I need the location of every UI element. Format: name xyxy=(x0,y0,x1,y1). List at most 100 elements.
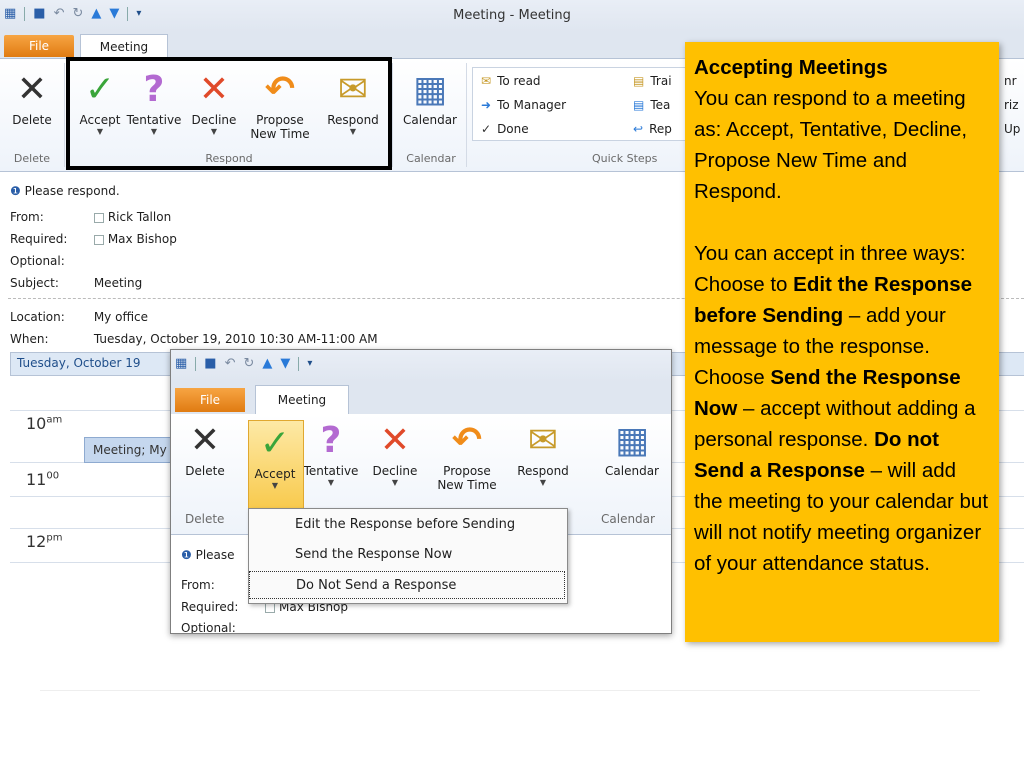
partial-label: riz xyxy=(1004,98,1019,112)
accept-dropdown-menu: Edit the Response before Sending Send th… xyxy=(248,508,568,604)
partial-label: nr xyxy=(1004,74,1017,88)
time-slot-12pm: 12pm xyxy=(10,532,96,551)
group-label-delete: Delete xyxy=(13,152,51,165)
quick-step-label: Trai xyxy=(650,74,672,88)
respond-button[interactable]: ✉ Respond ▼ xyxy=(511,418,575,488)
required-value[interactable]: Max Bishop xyxy=(108,232,177,246)
inset-notice: ❶ Please xyxy=(181,548,235,562)
quick-step-label: To read xyxy=(497,74,541,88)
respond-label: Respond xyxy=(517,464,569,478)
save-icon[interactable]: ■ xyxy=(204,356,216,371)
inset-title-bar: ▦ ■ ↶ ↻ ▲ ▼ ▾ xyxy=(171,350,671,382)
decline-label: Decline xyxy=(372,464,418,478)
when-value: Tuesday, October 19, 2010 10:30 AM-11:00… xyxy=(93,332,378,346)
location-value: My office xyxy=(93,310,149,324)
from-label: From: xyxy=(181,578,215,592)
quick-step-team-email[interactable]: ▤ Tea xyxy=(633,98,670,112)
callout-paragraph-1: You can respond to a meeting as: Accept,… xyxy=(694,87,968,203)
info-notice: ❶ Please respond. xyxy=(10,184,120,198)
required-label: Required: xyxy=(10,232,68,246)
qat-separator xyxy=(298,356,300,371)
quick-step-label: Done xyxy=(497,122,529,136)
previous-item-icon[interactable]: ▲ xyxy=(262,356,272,371)
redo-icon[interactable]: ↻ xyxy=(244,356,255,371)
time-suffix: 00 xyxy=(46,470,60,482)
group-calendar: ▦ Calendar Calendar xyxy=(396,63,467,167)
menu-item-edit-response[interactable]: Edit the Response before Sending xyxy=(249,511,565,539)
partial-label: Up xyxy=(1004,122,1021,136)
delete-button[interactable]: ✕ Delete xyxy=(177,418,233,478)
ribbon-right-partial: nr riz Up xyxy=(1004,69,1020,141)
accept-button-content: ✓ Accept ▼ xyxy=(247,421,303,491)
notice-text: Please xyxy=(195,548,235,562)
delete-button[interactable]: ✕ Delete xyxy=(4,67,60,127)
decline-button[interactable]: ✕ Decline ▼ xyxy=(367,418,423,488)
when-row: When: Tuesday, October 19, 2010 10:30 AM… xyxy=(10,332,378,346)
question-mark-icon: ? xyxy=(320,420,342,461)
delete-label: Delete xyxy=(185,464,225,478)
tab-file[interactable]: File xyxy=(175,388,245,412)
contact-checkbox-icon xyxy=(265,602,275,613)
from-value[interactable]: Rick Tallon xyxy=(108,210,171,224)
info-icon: ❶ xyxy=(10,184,21,198)
from-row: From: Rick Tallon xyxy=(10,210,171,224)
calendar-button[interactable]: ▦ Calendar xyxy=(402,67,458,127)
optional-label: Optional: xyxy=(10,254,65,268)
quick-step-to-manager[interactable]: ➜ To Manager xyxy=(481,98,566,112)
tab-file[interactable]: File xyxy=(4,35,74,57)
team-icon: ▤ xyxy=(633,74,645,88)
quick-step-label: Tea xyxy=(650,98,671,112)
undo-icon[interactable]: ↶ xyxy=(225,356,236,371)
time-slot-11: 1100 xyxy=(10,470,96,489)
quick-step-reply[interactable]: ↩ Rep xyxy=(633,122,672,136)
calendar-icon: ▦ xyxy=(614,420,649,461)
reply-icon: ↩ xyxy=(633,122,644,136)
forward-envelope-icon: ➜ xyxy=(481,98,492,112)
calendar-label: Calendar xyxy=(605,464,659,478)
info-icon: ❶ xyxy=(181,548,192,562)
when-label: When: xyxy=(10,332,49,346)
group-label-quick-steps: Quick Steps xyxy=(592,152,658,165)
menu-item-do-not-send[interactable]: Do Not Send a Response xyxy=(249,571,565,599)
chevron-down-icon: ▼ xyxy=(391,478,399,487)
time-slot-10am: 10am xyxy=(10,414,96,433)
quick-step-label: Rep xyxy=(649,122,672,136)
propose-new-time-button[interactable]: ↶ Propose New Time xyxy=(433,418,501,492)
subject-row: Subject: Meeting xyxy=(10,276,142,290)
slide-footer-line xyxy=(40,690,980,691)
envelope-icon: ✉ xyxy=(481,74,492,88)
decline-x-icon: ✕ xyxy=(379,420,411,461)
time-suffix: pm xyxy=(46,532,63,544)
group-label-calendar: Calendar xyxy=(406,152,456,165)
propose-label: Propose xyxy=(443,464,491,478)
customize-qat-icon[interactable]: ▾ xyxy=(307,358,312,369)
quick-step-team[interactable]: ▤ Trai xyxy=(633,74,672,88)
tab-meeting[interactable]: Meeting xyxy=(80,34,168,59)
from-label: From: xyxy=(10,210,44,224)
tab-meeting[interactable]: Meeting xyxy=(255,385,349,415)
group-quick-steps: ✉ To read ➜ To Manager ✓ Done ▤ Trai ▤ T… xyxy=(468,63,734,167)
next-item-icon[interactable]: ▼ xyxy=(280,356,290,371)
tentative-button[interactable]: ? Tentative ▼ xyxy=(303,418,359,488)
qat-separator xyxy=(195,356,197,371)
time-hour: 10 xyxy=(26,414,47,433)
menu-item-label: Do Not Send a Response xyxy=(296,578,457,593)
calendar-label: Calendar xyxy=(403,113,457,127)
team-email-icon: ▤ xyxy=(633,98,645,112)
quick-step-to-read[interactable]: ✉ To read xyxy=(481,74,541,88)
accept-button-pressed[interactable]: ✓ Accept ▼ xyxy=(248,420,304,512)
chevron-down-icon: ▼ xyxy=(271,481,279,490)
calendar-button[interactable]: ▦ Calendar xyxy=(599,418,665,478)
subject-label: Subject: xyxy=(10,276,59,290)
optional-row: Optional: xyxy=(10,254,90,268)
menu-item-send-now[interactable]: Send the Response Now xyxy=(249,541,565,569)
contact-checkbox-icon xyxy=(93,234,104,245)
required-row: Required: Max Bishop xyxy=(10,232,177,246)
inset-quick-access-toolbar: ▦ ■ ↶ ↻ ▲ ▼ ▾ xyxy=(175,356,312,371)
time-hour: 12 xyxy=(26,532,47,551)
calendar-app-icon[interactable]: ▦ xyxy=(175,356,187,371)
menu-item-label: Send the Response Now xyxy=(295,547,453,562)
quick-step-done[interactable]: ✓ Done xyxy=(481,122,529,136)
quick-step-label: To Manager xyxy=(497,98,567,112)
respond-envelope-icon: ✉ xyxy=(527,420,559,461)
